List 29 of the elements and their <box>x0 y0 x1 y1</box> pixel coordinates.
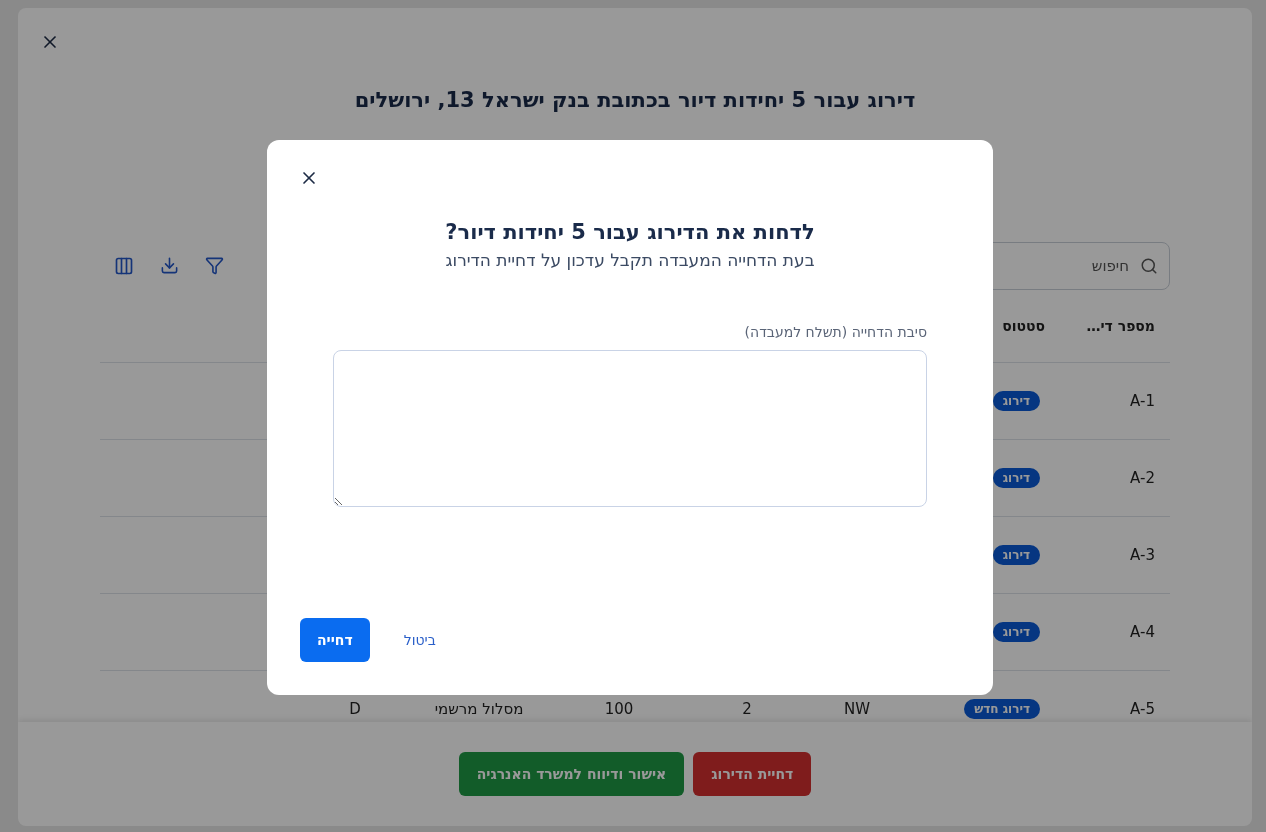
status-badge: דירוג <box>992 468 1040 488</box>
status-badge: דירוג חדש <box>964 699 1040 719</box>
table-cell-text: A-1 <box>1130 392 1156 410</box>
status-badge: דירוג <box>992 622 1040 642</box>
page-title: דירוג עבור 5 יחידות דיור בכתובת בנק ישראל 13, ירושלים <box>353 88 917 112</box>
table-cell: 2 <box>742 700 752 718</box>
table-cell-text: A-4 <box>1130 623 1156 641</box>
status-badge: דירוג <box>992 391 1040 411</box>
dialog-subtitle: בעת הדחייה המעבדה תקבל עדכון על דחיית הדירוג <box>444 250 816 270</box>
table-cell: מסלול מרשמי <box>434 700 524 718</box>
table-cell: NW <box>843 700 871 718</box>
column-header[interactable]: סטטוס <box>1002 318 1060 334</box>
table-cell-text: A-5 <box>1130 700 1156 718</box>
reject-button[interactable]: דחייה <box>300 618 370 662</box>
search-icon <box>1140 257 1158 275</box>
status-badge: דירוג <box>992 545 1040 565</box>
download-icon[interactable] <box>160 256 179 276</box>
table-cell: 100 <box>604 700 634 718</box>
table-cell: D <box>349 700 361 718</box>
reject-button[interactable]: דחיית הדירוג <box>693 752 812 796</box>
cancel-link[interactable]: ביטול <box>399 632 440 648</box>
filter-icon[interactable] <box>205 256 224 276</box>
field-label: סיבת הדחייה (תשלח למעבדה) <box>743 324 927 340</box>
table-cell-text: A-3 <box>1130 546 1156 564</box>
dialog-title: לדחות את הדירוג עבור 5 יחידות דיור? <box>444 220 816 244</box>
table-cell-text: A-2 <box>1130 469 1156 487</box>
column-header[interactable]: מספר די… <box>1086 318 1170 334</box>
reason-field[interactable] <box>333 350 927 507</box>
columns-icon[interactable] <box>114 256 134 276</box>
